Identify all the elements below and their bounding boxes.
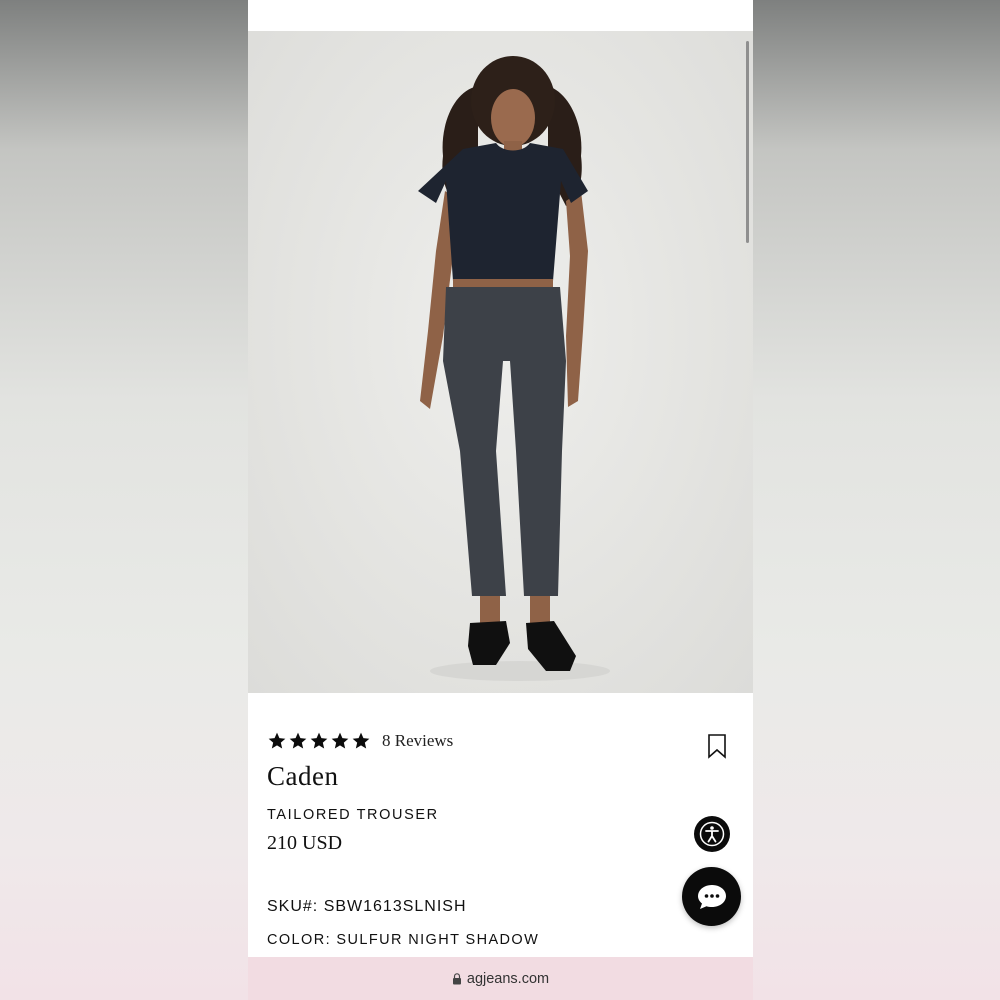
accessibility-icon: [699, 821, 725, 847]
product-price: 210 USD: [267, 832, 343, 854]
phone-screen: 8 Reviews Caden TAILORED TROUSER 210 USD…: [248, 0, 753, 1000]
scrollbar-thumb[interactable]: [746, 41, 749, 243]
star-icon: [268, 732, 286, 749]
blurred-backdrop-left: [0, 0, 248, 1000]
product-color: COLOR: SULFUR NIGHT SHADOW: [267, 932, 540, 948]
top-strip: [248, 0, 753, 31]
star-icon: [331, 732, 349, 749]
model-illustration: [418, 56, 610, 681]
product-sku: SKU#: SBW1613SLNISH: [267, 898, 467, 915]
star-icon: [310, 732, 328, 749]
star-icon: [352, 732, 370, 749]
chat-button[interactable]: [682, 867, 741, 926]
star-rating: [267, 731, 371, 751]
accessibility-button[interactable]: [694, 816, 730, 852]
reviews-link[interactable]: 8 Reviews: [382, 731, 453, 751]
url-text: agjeans.com: [466, 970, 550, 987]
chat-bubble-icon: [697, 884, 726, 909]
lock-icon: [452, 972, 461, 984]
browser-url-bar[interactable]: agjeans.com: [248, 957, 753, 1000]
product-title: Caden: [267, 761, 339, 791]
rating-row[interactable]: 8 Reviews: [267, 731, 453, 751]
bookmark-icon[interactable]: [706, 733, 728, 759]
product-hero-image[interactable]: [248, 31, 753, 693]
blurred-backdrop-right: [753, 0, 1000, 1000]
product-category: TAILORED TROUSER: [267, 807, 439, 823]
star-icon: [289, 732, 307, 749]
